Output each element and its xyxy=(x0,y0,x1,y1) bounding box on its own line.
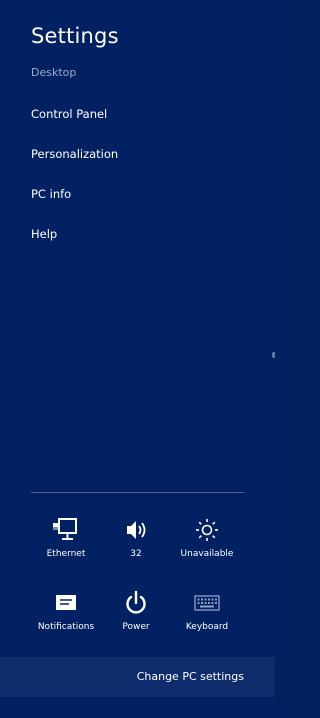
menu-item-personalization[interactable]: Personalization xyxy=(31,147,118,161)
ethernet-tile[interactable]: Ethernet xyxy=(30,517,102,559)
keyboard-icon xyxy=(194,595,220,611)
volume-tile[interactable]: 32 xyxy=(100,517,172,559)
ethernet-label: Ethernet xyxy=(46,549,86,559)
power-tile[interactable]: Power xyxy=(100,590,172,632)
power-icon xyxy=(126,590,146,614)
menu-item-control-panel[interactable]: Control Panel xyxy=(31,107,107,121)
brightness-tile[interactable]: Unavailable xyxy=(171,517,243,559)
menu-item-help[interactable]: Help xyxy=(31,227,57,241)
volume-icon xyxy=(127,521,146,539)
brightness-icon xyxy=(196,519,218,541)
keyboard-label: Keyboard xyxy=(185,622,229,632)
notifications-icon xyxy=(56,595,76,610)
context-label: Desktop xyxy=(31,66,77,79)
brightness-label: Unavailable xyxy=(180,549,234,559)
panel-title: Settings xyxy=(31,24,119,48)
scroll-indicator[interactable] xyxy=(272,352,275,358)
volume-label: 32 xyxy=(130,549,142,559)
divider xyxy=(31,492,244,493)
ethernet-icon xyxy=(53,518,77,540)
change-pc-settings-label: Change PC settings xyxy=(136,670,244,683)
power-label: Power xyxy=(122,622,150,632)
keyboard-tile[interactable]: Keyboard xyxy=(171,590,243,632)
menu-item-pc-info[interactable]: PC info xyxy=(31,187,71,201)
change-pc-settings-button[interactable]: Change PC settings xyxy=(0,657,275,697)
notifications-tile[interactable]: Notifications xyxy=(30,590,102,632)
notifications-label: Notifications xyxy=(37,622,95,632)
settings-charm-panel: Settings Desktop Control Panel Personali… xyxy=(0,0,275,718)
